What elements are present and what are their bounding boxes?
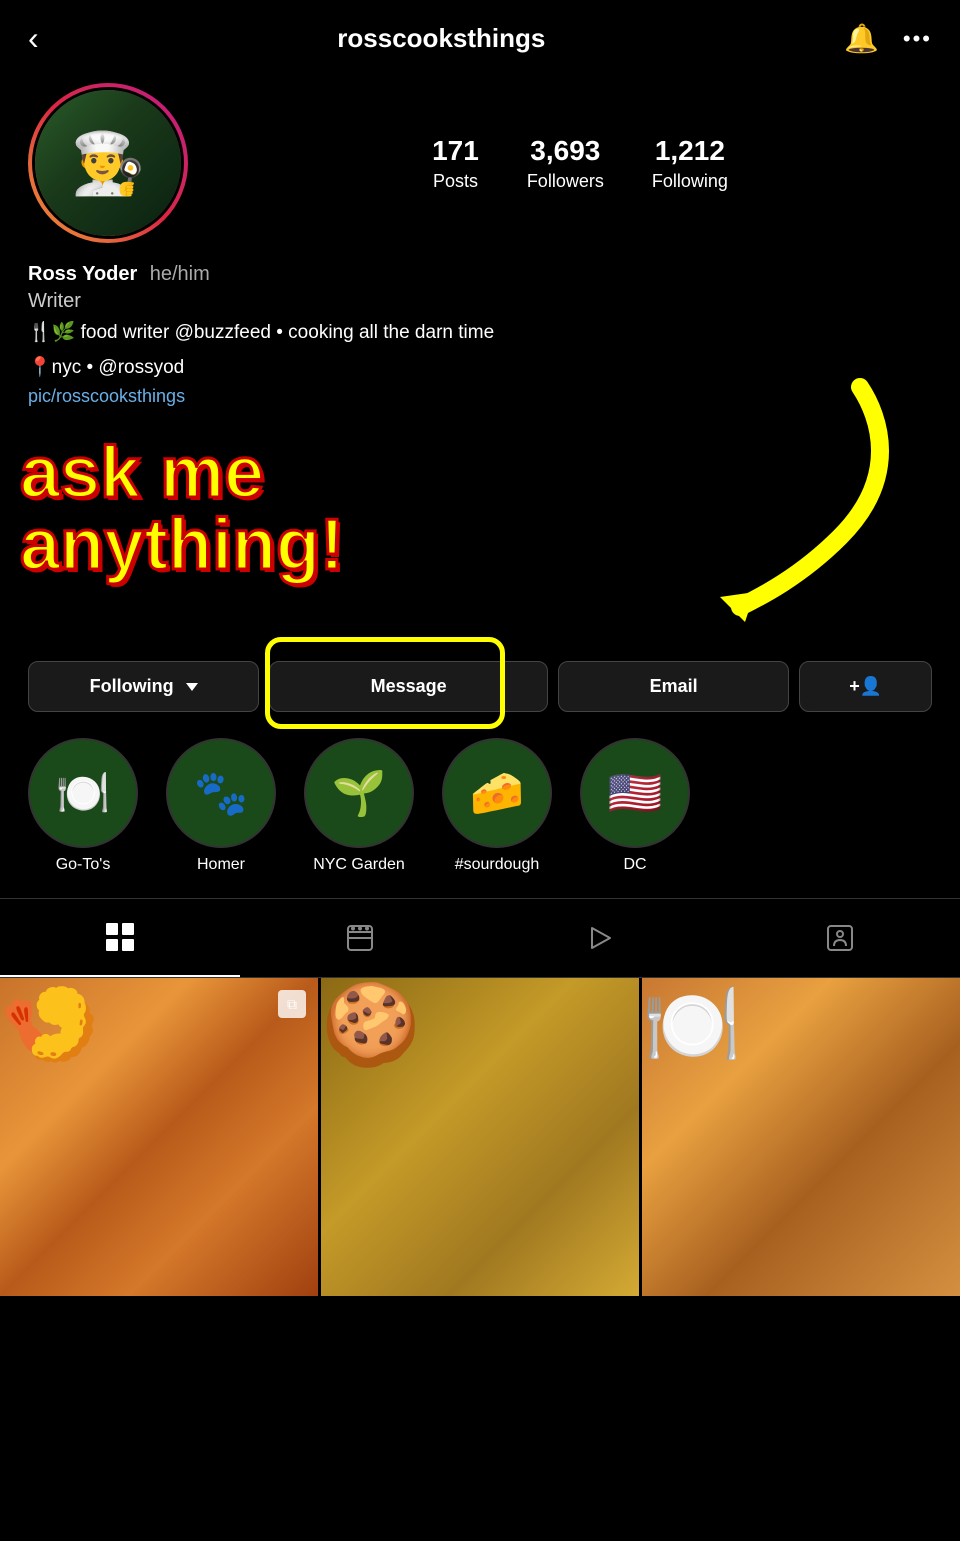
following-label: Following — [652, 171, 728, 192]
avatar: 👨‍🍳 — [32, 87, 184, 239]
multi-post-icon: ⧉ — [278, 990, 306, 1018]
highlight-sourdough[interactable]: 🧀 #sourdough — [442, 738, 552, 874]
annotation-area: ask me anything! — [0, 417, 960, 637]
notification-icon[interactable]: 🔔 — [844, 22, 879, 55]
annotation-line2: anything! — [20, 509, 344, 581]
tab-reels[interactable] — [240, 899, 480, 977]
bio-line1: 🍴🌿 food writer @buzzfeed • cooking all t… — [28, 319, 932, 348]
annotation-line1: ask me — [20, 437, 344, 509]
tab-bar — [0, 898, 960, 978]
bio-title: Writer — [28, 290, 932, 313]
highlight-dc-label: DC — [623, 856, 646, 874]
highlight-homer-circle: 🐾 — [166, 738, 276, 848]
highlight-nycgarden[interactable]: 🌱 NYC Garden — [304, 738, 414, 874]
highlight-homer[interactable]: 🐾 Homer — [166, 738, 276, 874]
add-person-button[interactable]: +👤 — [799, 661, 932, 712]
header: ‹ rosscooksthings 🔔 ••• — [0, 0, 960, 67]
followers-label: Followers — [527, 171, 604, 192]
play-icon — [584, 922, 616, 954]
reels-icon — [344, 922, 376, 954]
following-button[interactable]: Following — [28, 661, 259, 712]
highlight-sourdough-circle: 🧀 — [442, 738, 552, 848]
back-button[interactable]: ‹ — [28, 20, 39, 57]
highlight-nycgarden-circle: 🌱 — [304, 738, 414, 848]
grid-icon — [104, 921, 136, 953]
grid-post-2[interactable] — [321, 978, 639, 1296]
arrow-annotation — [540, 357, 920, 637]
posts-label: Posts — [433, 171, 478, 192]
following-count: 1,212 — [655, 135, 725, 167]
followers-stat[interactable]: 3,693 Followers — [527, 135, 604, 192]
avatar-container[interactable]: 👨‍🍳 — [28, 83, 188, 243]
avatar-image: 👨‍🍳 — [35, 90, 181, 236]
highlight-dc-circle: 🇺🇸 — [580, 738, 690, 848]
highlight-dc[interactable]: 🇺🇸 DC — [580, 738, 690, 874]
header-icons: 🔔 ••• — [844, 22, 932, 55]
highlights-row: 🍽️ Go-To's 🐾 Homer 🌱 NYC Garden 🧀 #sourd… — [28, 738, 932, 874]
followers-count: 3,693 — [530, 135, 600, 167]
highlight-nycgarden-label: NYC Garden — [313, 856, 405, 874]
bio-name: Ross Yoder — [28, 263, 137, 285]
bio-pronouns: he/him — [150, 263, 210, 285]
avatar-ring: 👨‍🍳 — [28, 83, 188, 243]
annotation-text: ask me anything! — [20, 437, 344, 581]
highlight-gotos-circle: 🍽️ — [28, 738, 138, 848]
action-buttons: Following Message Email +👤 — [0, 645, 960, 728]
tag-icon — [824, 922, 856, 954]
post-grid: ⧉ — [0, 978, 960, 1296]
tab-tagged[interactable] — [720, 899, 960, 977]
chevron-down-icon — [186, 683, 198, 691]
grid-post-3[interactable] — [642, 978, 960, 1296]
posts-count: 171 — [432, 135, 479, 167]
stats-container: 171 Posts 3,693 Followers 1,212 Followin… — [228, 135, 932, 192]
more-options-icon[interactable]: ••• — [903, 26, 932, 52]
following-stat[interactable]: 1,212 Following — [652, 135, 728, 192]
highlight-gotos-label: Go-To's — [56, 856, 111, 874]
profile-section: 👨‍🍳 171 Posts 3,693 Followers 1,212 Foll… — [0, 67, 960, 243]
message-button[interactable]: Message — [269, 661, 548, 712]
highlight-sourdough-label: #sourdough — [455, 856, 540, 874]
highlight-gotos[interactable]: 🍽️ Go-To's — [28, 738, 138, 874]
tab-video[interactable] — [480, 899, 720, 977]
highlights-section: 🍽️ Go-To's 🐾 Homer 🌱 NYC Garden 🧀 #sourd… — [0, 728, 960, 890]
email-button[interactable]: Email — [558, 661, 789, 712]
highlight-homer-label: Homer — [197, 856, 245, 874]
tab-grid[interactable] — [0, 899, 240, 977]
username: rosscooksthings — [337, 23, 545, 54]
posts-stat[interactable]: 171 Posts — [432, 135, 479, 192]
grid-post-1[interactable]: ⧉ — [0, 978, 318, 1296]
